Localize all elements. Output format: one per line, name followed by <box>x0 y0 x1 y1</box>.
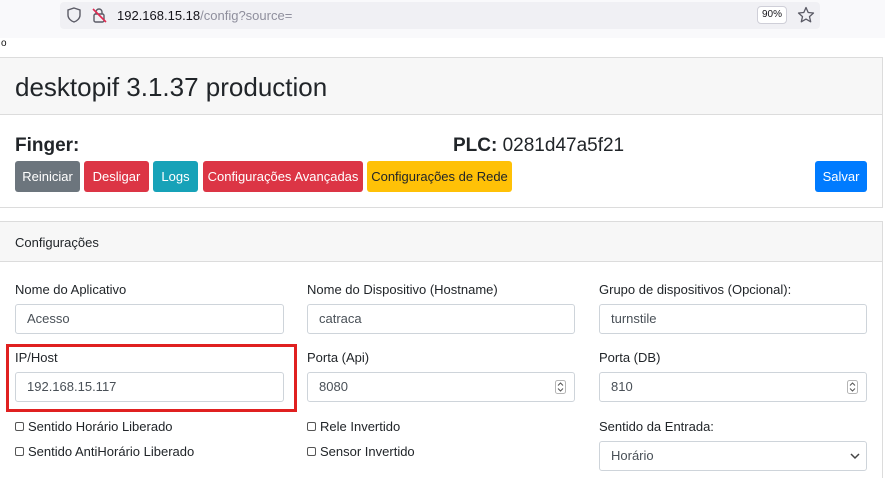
device-group-label: Grupo de dispositivos (Opcional): <box>599 282 792 297</box>
relay-inverted-checkbox-row[interactable]: Rele Invertido <box>307 419 400 434</box>
hostname-label: Nome do Dispositivo (Hostname) <box>307 282 498 297</box>
app-name-input[interactable]: Acesso <box>15 304 284 334</box>
port-db-label: Porta (DB) <box>599 350 661 365</box>
clockwise-label: Sentido Horário Liberado <box>28 419 173 434</box>
logs-button[interactable]: Logs <box>153 161 198 192</box>
port-api-label: Porta (Api) <box>307 350 370 365</box>
hostname-input[interactable]: catraca <box>307 304 575 334</box>
highlight-annotation-box <box>6 344 297 412</box>
page-title: desktopif 3.1.37 production <box>15 72 328 102</box>
relay-inverted-checkbox[interactable] <box>307 422 316 431</box>
counterclockwise-checkbox-row[interactable]: Sentido AntiHorário Liberado <box>15 444 194 459</box>
save-button[interactable]: Salvar <box>815 161 867 192</box>
sensor-inverted-label: Sensor Invertido <box>320 444 415 459</box>
action-section: Finger: PLC: 0281d47a5f21 Reiniciar Desl… <box>0 115 883 208</box>
counterclockwise-checkbox[interactable] <box>15 447 24 456</box>
star-icon[interactable] <box>797 6 815 24</box>
insecure-connection-icon[interactable] <box>92 7 107 23</box>
advanced-settings-button[interactable]: Configurações Avançadas <box>203 161 363 192</box>
shield-icon[interactable] <box>67 7 81 23</box>
relay-inverted-label: Rele Invertido <box>320 419 401 434</box>
url-text[interactable]: 192.168.15.18/config?source= <box>117 8 292 23</box>
title-card: desktopif 3.1.37 production <box>0 57 883 115</box>
number-spinner-icon[interactable] <box>555 380 566 394</box>
clockwise-checkbox-row[interactable]: Sentido Horário Liberado <box>15 419 173 434</box>
port-db-input[interactable]: 810 <box>599 372 867 402</box>
clockwise-checkbox[interactable] <box>15 422 24 431</box>
plc-status: PLC: 0281d47a5f21 <box>453 135 624 157</box>
config-card-title: Configurações <box>15 235 99 250</box>
config-card-header: Configurações <box>0 222 882 262</box>
port-api-input[interactable]: 8080 <box>307 372 575 402</box>
shutdown-button[interactable]: Desligar <box>84 161 149 192</box>
url-host: 192.168.15.18 <box>117 8 201 23</box>
network-settings-button[interactable]: Configurações de Rede <box>367 161 512 192</box>
browser-toolbar: 192.168.15.18/config?source= 90% <box>0 0 885 38</box>
sensor-inverted-checkbox-row[interactable]: Sensor Invertido <box>307 444 415 459</box>
finger-label: Finger: <box>15 135 80 156</box>
chevron-down-icon <box>850 453 860 460</box>
port-db-value: 810 <box>611 379 633 394</box>
plc-label: PLC: <box>453 135 498 156</box>
stray-text: o <box>1 38 7 49</box>
entry-direction-label: Sentido da Entrada: <box>599 419 714 434</box>
restart-button[interactable]: Reiniciar <box>15 161 80 192</box>
device-group-input[interactable]: turnstile <box>599 304 867 334</box>
url-path: /config?source= <box>200 8 293 23</box>
number-spinner-icon[interactable] <box>847 380 858 394</box>
sensor-inverted-checkbox[interactable] <box>307 447 316 456</box>
entry-direction-value: Horário <box>611 448 654 463</box>
zoom-level-badge[interactable]: 90% <box>757 6 787 24</box>
counterclockwise-label: Sentido AntiHorário Liberado <box>28 444 195 459</box>
port-api-value: 8080 <box>319 379 348 394</box>
app-name-label: Nome do Aplicativo <box>15 282 127 297</box>
plc-value: 0281d47a5f21 <box>502 135 625 156</box>
entry-direction-select[interactable]: Horário <box>599 441 867 471</box>
